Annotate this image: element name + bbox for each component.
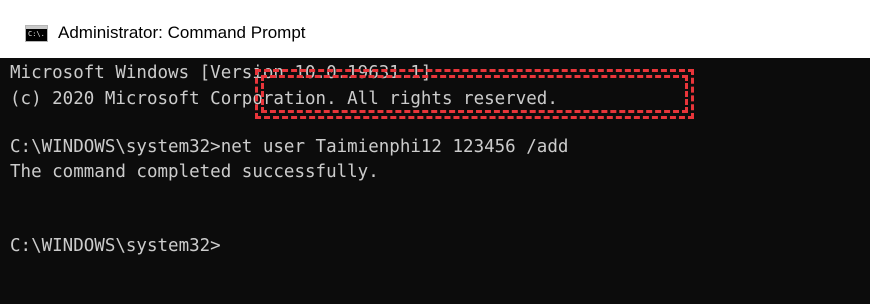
cmd-icon-glyph: C:\. bbox=[28, 30, 45, 38]
console-line-result: The command completed successfully. bbox=[10, 162, 379, 182]
cmd-icon[interactable]: C:\. bbox=[25, 25, 48, 42]
cmd-icon-bar bbox=[26, 26, 47, 29]
command-prompt-window: C:\. Administrator: Command Prompt Micro… bbox=[0, 0, 870, 304]
title-bar[interactable]: C:\. Administrator: Command Prompt bbox=[0, 0, 870, 58]
console-line-version: Microsoft Windows [Version 10.0.19631.1] bbox=[10, 63, 432, 83]
window-title: Administrator: Command Prompt bbox=[58, 23, 306, 42]
console-line-copyright: (c) 2020 Microsoft Corporation. All righ… bbox=[10, 89, 558, 109]
console-line-command: C:\WINDOWS\system32>net user Taimienphi1… bbox=[10, 137, 569, 157]
console-line-prompt: C:\WINDOWS\system32> bbox=[10, 236, 221, 256]
console-output[interactable]: Microsoft Windows [Version 10.0.19631.1]… bbox=[0, 58, 870, 304]
